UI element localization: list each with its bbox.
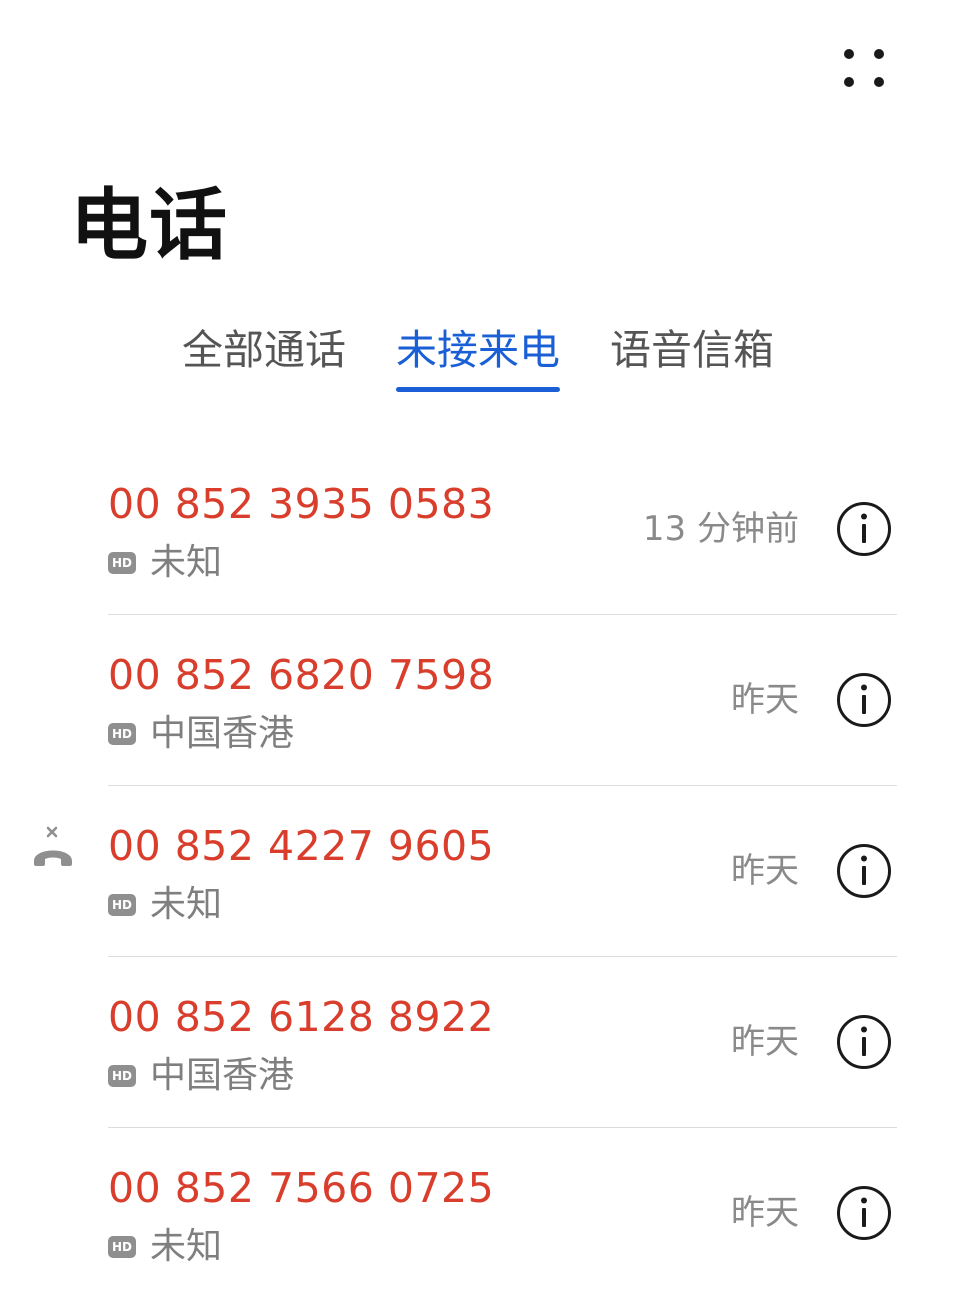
call-details: HD 未知 <box>108 880 222 930</box>
hd-badge: HD <box>108 894 136 916</box>
call-details: HD 未知 <box>108 538 222 588</box>
tab-label: 语音信箱 <box>610 326 774 374</box>
phone-number: 00 852 6820 7598 <box>108 651 495 699</box>
call-log-item[interactable]: 00 852 3935 0583 HD 未知 13 分钟前 <box>0 444 961 615</box>
caller-location: 未知 <box>150 1226 223 1267</box>
more-dot <box>844 49 854 59</box>
caller-location: 中国香港 <box>150 1055 295 1096</box>
more-dot <box>874 49 884 59</box>
missed-call-list: 00 852 3935 0583 HD 未知 13 分钟前 00 852 682… <box>0 444 961 1299</box>
call-time: 昨天 <box>731 851 799 891</box>
tab-voicemail[interactable]: 语音信箱 <box>610 318 774 398</box>
more-options-button[interactable] <box>832 36 896 100</box>
more-dot <box>844 77 854 87</box>
info-icon[interactable] <box>836 501 892 557</box>
tab-label: 全部通话 <box>182 326 346 374</box>
hd-badge: HD <box>108 1065 136 1087</box>
caller-location: 未知 <box>150 884 223 925</box>
call-details: HD 未知 <box>108 1222 222 1272</box>
caller-location: 未知 <box>150 542 223 583</box>
call-log-item[interactable]: 00 852 7566 0725 HD 未知 昨天 <box>0 1128 961 1299</box>
call-tabs: 全部通话 未接来电 语音信箱 <box>0 318 961 398</box>
info-icon[interactable] <box>836 1014 892 1070</box>
call-time: 昨天 <box>731 680 799 720</box>
call-time: 昨天 <box>731 1193 799 1233</box>
tab-active-indicator <box>396 387 560 392</box>
call-details: HD 中国香港 <box>108 1051 294 1101</box>
caller-location: 中国香港 <box>150 713 295 754</box>
call-log-item[interactable]: 00 852 6128 8922 HD 中国香港 昨天 <box>0 957 961 1128</box>
hd-badge: HD <box>108 723 136 745</box>
page-title: 电话 <box>70 181 229 271</box>
tab-all-calls[interactable]: 全部通话 <box>182 318 346 398</box>
call-time: 13 分钟前 <box>642 509 799 549</box>
more-dot <box>874 77 884 87</box>
tab-label: 未接来电 <box>396 326 560 374</box>
missed-call-icon <box>28 824 78 870</box>
phone-number: 00 852 6128 8922 <box>108 993 495 1041</box>
phone-number: 00 852 7566 0725 <box>108 1164 495 1212</box>
phone-number: 00 852 3935 0583 <box>108 480 495 528</box>
info-icon[interactable] <box>836 843 892 899</box>
call-log-item[interactable]: 00 852 4227 9605 HD 未知 昨天 <box>0 786 961 957</box>
hd-badge: HD <box>108 552 136 574</box>
call-time: 昨天 <box>731 1022 799 1062</box>
phone-number: 00 852 4227 9605 <box>108 822 495 870</box>
call-details: HD 中国香港 <box>108 709 294 759</box>
tab-missed-calls[interactable]: 未接来电 <box>396 318 560 398</box>
info-icon[interactable] <box>836 1185 892 1241</box>
hd-badge: HD <box>108 1236 136 1258</box>
call-log-item[interactable]: 00 852 6820 7598 HD 中国香港 昨天 <box>0 615 961 786</box>
info-icon[interactable] <box>836 672 892 728</box>
